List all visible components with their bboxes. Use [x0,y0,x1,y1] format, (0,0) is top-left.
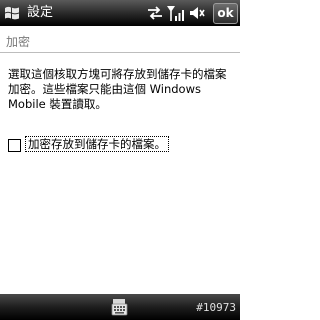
title-bar: 設定 ok [0,0,240,26]
connectivity-icon[interactable] [146,4,164,22]
page-title: 加密 [6,35,31,49]
encrypt-checkbox[interactable] [8,139,21,152]
ok-button[interactable]: ok [213,3,238,24]
windows-flag-icon[interactable] [3,4,21,22]
header-divider [0,52,240,53]
screen-id-label: #10973 [196,301,236,314]
description-text: 選取這個核取方塊可將存放到儲存卡的檔案加密。這些檔案只能由這個 Windows … [8,67,227,111]
app-title: 設定 [27,5,54,20]
volume-icon[interactable] [188,4,206,22]
bottom-menu-bar: #10973 [0,294,240,320]
keyboard-icon[interactable] [111,298,128,316]
encrypt-checkbox-label[interactable]: 加密存放到儲存卡的檔案。 [25,136,169,152]
signal-icon[interactable] [166,4,184,22]
